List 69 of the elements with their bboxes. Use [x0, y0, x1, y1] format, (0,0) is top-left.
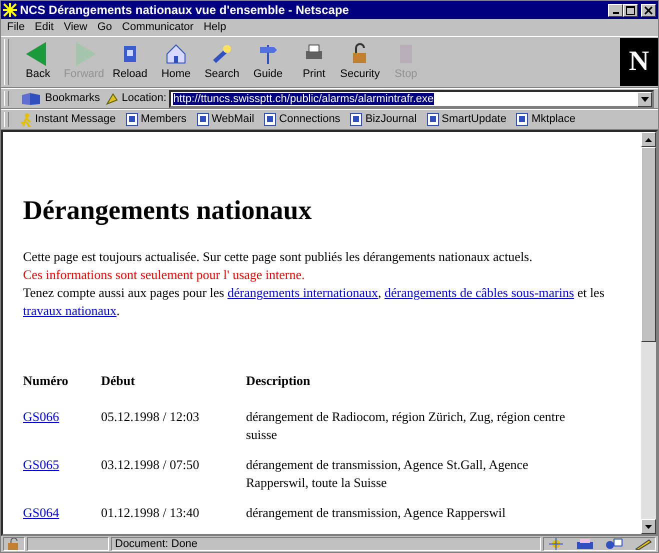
warning-text: Ces informations sont seulement pour l' usage interne.	[23, 266, 306, 284]
text-link[interactable]: dérangements internationaux	[228, 285, 378, 300]
menu-item[interactable]: Go	[97, 19, 112, 36]
text-link[interactable]: travaux nationaux	[23, 303, 116, 318]
id-link[interactable]: GS066	[23, 409, 60, 424]
vertical-scrollbar[interactable]	[641, 132, 656, 534]
bookmark-link[interactable]: Instant Message	[15, 111, 121, 128]
close-icon	[644, 6, 653, 14]
pen-icon	[634, 538, 652, 550]
page-icon	[264, 113, 276, 126]
page-heading: Dérangements nationaux	[23, 194, 313, 226]
paragraph: Tenez compte aussi aux pages pour les dérangements internationaux, dérangements de câbles sous-marins et les travaux nationaux.	[23, 284, 606, 320]
toolbar-button[interactable]: Home	[153, 42, 199, 82]
bookmark-icon	[20, 92, 42, 106]
toolbar-button[interactable]: Print	[291, 42, 337, 82]
bookmark-link[interactable]: Mktplace	[511, 111, 581, 128]
netscape-logo: N	[620, 38, 658, 86]
up-arrow-icon	[645, 138, 652, 142]
menu-item[interactable]: Edit	[34, 19, 54, 36]
page-icon	[196, 113, 209, 126]
description-cell-text: dérangement de Radiocom, région Zürich, Zug, région centre suisse	[246, 408, 566, 444]
toolbar-button[interactable]: Search	[199, 42, 245, 82]
dropdown-arrow-icon	[640, 96, 648, 102]
date-cell: 03.12.1998 / 07:50	[101, 456, 246, 504]
bookmarks-button[interactable]: Bookmarks	[15, 90, 106, 107]
id-link[interactable]: GS064	[23, 505, 60, 520]
maximize-button[interactable]	[623, 4, 638, 16]
bookmark-link[interactable]: BizJournal	[345, 111, 422, 128]
date-cell: 01.12.1998 / 13:40	[101, 504, 246, 534]
menu-item[interactable]: Communicator	[122, 19, 194, 36]
menu-item[interactable]: View	[64, 19, 88, 36]
location-label: Location:	[122, 91, 166, 106]
page-icon	[350, 113, 362, 126]
minimize-button[interactable]	[608, 4, 624, 16]
close-button[interactable]	[641, 4, 656, 16]
inbox-icon	[576, 538, 594, 550]
id-link[interactable]: GS065	[23, 457, 60, 472]
house-icon	[164, 42, 188, 66]
description-cell-text: dérangement de transmission, Agence St.Gall, Agence Rapperswil, toute la Suisse	[246, 456, 530, 492]
status-text: Document: Done	[115, 536, 198, 552]
bookmark-link[interactable]: Members	[120, 111, 192, 128]
page-icon	[516, 113, 528, 126]
window-title: NCS Dérangements nationaux vue d'ensemble - Netscape	[20, 2, 350, 19]
bookmark-link[interactable]: Connections	[259, 111, 346, 128]
toolbar-button[interactable]: Security	[337, 42, 383, 82]
scroll-thumb[interactable]	[641, 147, 656, 342]
paragraph: Cette page est toujours actualisée. Sur cette page sont publiés les dérangements nationaux actuels.	[23, 248, 534, 266]
text-link[interactable]: dérangements de câbles sous-marins	[384, 285, 574, 300]
page-icon	[126, 113, 138, 126]
menu-item[interactable]: File	[7, 19, 25, 36]
toolbar-button[interactable]: Back	[15, 42, 61, 82]
down-arrow-icon	[645, 524, 652, 528]
toolbar-button[interactable]: Reload	[107, 42, 153, 82]
location-field[interactable]: http://ttuncs.swissptt.ch/public/alarms/alarmintrafr.exe	[169, 90, 654, 108]
running-figure-icon	[20, 112, 32, 126]
column-header: Description	[246, 372, 312, 390]
chat-icon	[605, 538, 623, 550]
padlock-icon	[7, 538, 21, 550]
bookmark-link[interactable]: SmartUpdate	[422, 111, 512, 128]
date-cell: 05.12.1998 / 12:03	[101, 408, 246, 456]
minimize-icon	[612, 12, 619, 14]
maximize-icon	[626, 6, 636, 14]
column-header: Début	[101, 372, 246, 408]
description-cell-text: dérangement de transmission, Agence Rapperswil	[246, 504, 507, 522]
bookmark-link[interactable]: WebMail	[192, 111, 260, 128]
toolbar-button[interactable]: Guide	[245, 42, 291, 82]
page-icon	[426, 113, 439, 126]
column-header: Numéro	[23, 372, 101, 408]
menu-item[interactable]: Help	[204, 19, 226, 36]
